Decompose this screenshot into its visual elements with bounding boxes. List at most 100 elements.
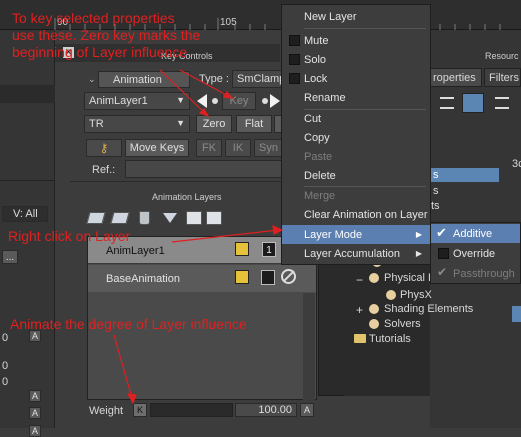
tab-filters[interactable]: Filters bbox=[484, 68, 521, 87]
layer-name: AnimLayer1 bbox=[106, 245, 165, 257]
tab-properties[interactable]: roperties bbox=[430, 68, 482, 87]
weight-key-label: K bbox=[136, 405, 143, 415]
new-layer-icon[interactable] bbox=[86, 212, 106, 224]
layer-number-badge[interactable] bbox=[261, 270, 275, 285]
prev-key-icon[interactable] bbox=[197, 94, 207, 108]
key-icon-button[interactable]: ⚷ bbox=[86, 139, 122, 157]
menu-item-layer-accumulation[interactable]: Layer Accumulation ▶ bbox=[282, 244, 430, 263]
animation-dropdown[interactable]: Animation bbox=[98, 71, 190, 88]
detail-view-icon[interactable] bbox=[495, 97, 509, 109]
side-text: 3c bbox=[512, 158, 521, 170]
anim-badge-3[interactable]: A bbox=[29, 425, 41, 437]
tree-item[interactable]: Tutorials bbox=[369, 333, 411, 345]
weight-key-button[interactable]: K bbox=[133, 403, 147, 417]
submenu-item-additive[interactable]: ✔ Additive bbox=[431, 224, 520, 243]
filter-field[interactable]: V: All bbox=[2, 206, 48, 222]
tree-expander[interactable]: + bbox=[356, 303, 363, 317]
next-key-icon[interactable] bbox=[270, 94, 280, 108]
copy-layer-icon[interactable] bbox=[110, 212, 130, 224]
check-icon: ✔ bbox=[437, 265, 448, 279]
filter-label: V: All bbox=[13, 208, 38, 220]
menu-label: Override bbox=[453, 247, 496, 260]
lock-icon[interactable] bbox=[235, 242, 249, 256]
weight-label: Weight bbox=[89, 405, 124, 417]
zero-button[interactable]: Zero bbox=[196, 115, 232, 133]
annotation-top: To key selected properties use these. Ze… bbox=[12, 10, 200, 61]
anim-badge-1[interactable]: A bbox=[29, 390, 41, 402]
menu-item-solo[interactable]: Solo bbox=[282, 50, 430, 69]
tree-item[interactable]: Shading Elements bbox=[384, 303, 473, 315]
menu-label: Layer Accumulation bbox=[304, 247, 400, 260]
checkbox[interactable] bbox=[289, 54, 300, 65]
tree-item[interactable]: Solvers bbox=[384, 318, 421, 330]
annotation-right-click: Right click on Layer bbox=[8, 228, 131, 244]
weight-value-field[interactable]: 100.00 bbox=[235, 403, 297, 417]
annotation-top-line-2: use these. Zero key marks the bbox=[12, 27, 201, 43]
menu-item-mute[interactable]: Mute bbox=[282, 31, 430, 50]
tree-item[interactable]: ts bbox=[431, 200, 440, 212]
checkbox[interactable] bbox=[289, 73, 300, 84]
grid-view-icon[interactable] bbox=[462, 93, 484, 113]
submenu-item-override[interactable]: Override bbox=[431, 244, 520, 263]
animation-label: Animation bbox=[113, 73, 162, 86]
check-icon: ✔ bbox=[436, 225, 447, 240]
menu-item-new-layer[interactable]: New Layer bbox=[282, 7, 430, 26]
right-strip-selected[interactable] bbox=[512, 306, 521, 322]
layer-context-menu[interactable]: New Layer Mute Solo Lock Rename Cut Copy… bbox=[281, 4, 431, 265]
layers-scrollbar[interactable] bbox=[303, 293, 315, 400]
mute-icon[interactable] bbox=[281, 269, 296, 284]
weight-slider[interactable] bbox=[150, 403, 233, 417]
layer-dropdown[interactable]: AnimLayer1 ▼ bbox=[84, 92, 190, 110]
menu-item-layer-mode[interactable]: Layer Mode ▶ bbox=[282, 225, 430, 244]
menu-label: Lock bbox=[304, 72, 328, 85]
menu-item-clear-animation[interactable]: Clear Animation on Layer bbox=[282, 205, 430, 224]
key-icon: ⚷ bbox=[99, 141, 109, 155]
list-view-icon[interactable] bbox=[440, 97, 454, 109]
move-keys-button[interactable]: Move Keys bbox=[125, 139, 189, 157]
menu-item-copy[interactable]: Copy bbox=[282, 128, 430, 147]
more-button[interactable]: ... bbox=[2, 250, 18, 264]
folder-icon bbox=[354, 334, 366, 343]
menu-item-delete[interactable]: Delete bbox=[282, 166, 430, 185]
layer-number-badge[interactable]: 1 bbox=[262, 242, 276, 257]
fk-button[interactable]: FK bbox=[196, 139, 222, 157]
menu-item-rename[interactable]: Rename bbox=[282, 88, 430, 107]
delete-layer-icon[interactable] bbox=[139, 211, 150, 225]
layer-mode-submenu[interactable]: ✔ Additive Override ✔ Passthrough bbox=[430, 222, 521, 284]
ref-field[interactable] bbox=[125, 160, 282, 178]
merge-layer-icon[interactable] bbox=[163, 213, 177, 223]
annotation-animate: Animate the degree of Layer influence bbox=[10, 316, 247, 332]
ik-button[interactable]: IK bbox=[225, 139, 251, 157]
lock-icon[interactable] bbox=[235, 270, 249, 284]
menu-label: Paste bbox=[304, 150, 333, 163]
menu-label: Clear Animation on Layer bbox=[304, 208, 428, 221]
value-0: 0 bbox=[2, 332, 9, 344]
weight-anim-button[interactable]: A bbox=[300, 403, 314, 417]
syn-button[interactable]: Syn bbox=[254, 139, 282, 157]
layer-stack-icon[interactable] bbox=[186, 211, 202, 225]
chevron-down-icon[interactable]: ⌄ bbox=[88, 74, 96, 85]
menu-label: Mute bbox=[304, 34, 329, 47]
tree-item[interactable]: s bbox=[433, 169, 439, 181]
key-button[interactable]: Key bbox=[222, 92, 256, 110]
flat-button[interactable]: Flat bbox=[236, 115, 272, 133]
layer-stack-2-icon[interactable] bbox=[206, 211, 222, 225]
ref-label: Ref.: bbox=[92, 164, 116, 176]
tree-item[interactable]: PhysX bbox=[400, 289, 432, 301]
menu-label: Copy bbox=[304, 131, 330, 144]
tab-filters-label: Filters bbox=[489, 71, 519, 84]
menu-item-lock[interactable]: Lock bbox=[282, 69, 430, 88]
layer-row-baseanimation[interactable]: BaseAnimation bbox=[88, 265, 316, 292]
value-2: 0 bbox=[2, 376, 9, 388]
tree-item[interactable]: Physical P bbox=[384, 272, 435, 284]
submenu-arrow-icon: ▶ bbox=[415, 230, 422, 239]
checkbox[interactable] bbox=[438, 248, 449, 259]
menu-item-cut[interactable]: Cut bbox=[282, 109, 430, 128]
checkbox[interactable] bbox=[289, 35, 300, 46]
anim-badge-2[interactable]: A bbox=[29, 407, 41, 419]
menu-item-merge: Merge bbox=[282, 186, 430, 205]
tree-expander[interactable]: − bbox=[356, 273, 363, 287]
type-field[interactable]: SmClamp bbox=[232, 70, 285, 88]
tr-dropdown[interactable]: TR ▼ bbox=[84, 115, 190, 133]
tree-item[interactable]: s bbox=[433, 185, 439, 197]
